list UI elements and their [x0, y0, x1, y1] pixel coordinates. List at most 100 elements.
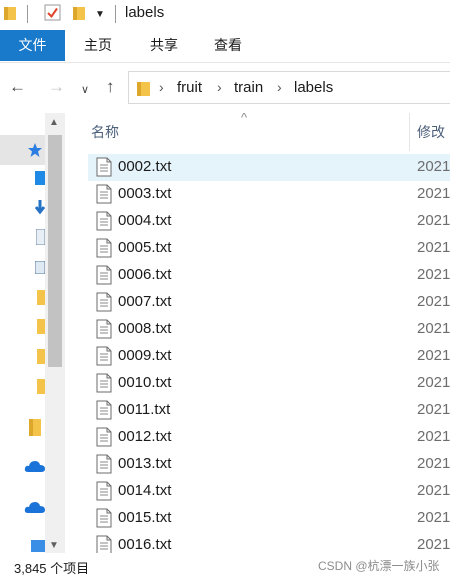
navigation-bar: ← → ∨ ↑ › fruit › train › labels — [0, 63, 450, 113]
file-name: 0015.txt — [118, 509, 172, 526]
file-row[interactable]: 0010.txt 2021 — [88, 370, 450, 397]
file-row[interactable]: 0003.txt 2021 — [88, 181, 450, 208]
tab-home[interactable]: 主页 — [78, 30, 118, 61]
file-row[interactable]: 0002.txt 2021 — [88, 154, 450, 181]
documents-icon[interactable] — [36, 229, 45, 245]
file-modified-date: 2021 — [417, 428, 450, 445]
pictures-icon[interactable] — [35, 261, 45, 274]
customize-toolbar-chevron-icon[interactable]: ▼ — [95, 9, 105, 20]
column-header-modified[interactable]: 修改 — [417, 122, 445, 142]
properties-check-icon[interactable] — [44, 4, 61, 21]
file-row[interactable]: 0012.txt 2021 — [88, 424, 450, 451]
file-row[interactable]: 0013.txt 2021 — [88, 451, 450, 478]
scroll-up-icon[interactable]: ▲ — [49, 117, 59, 128]
toolbar-separator — [27, 5, 28, 23]
breadcrumb-item-train[interactable]: train — [234, 79, 263, 96]
breadcrumb-chevron-icon[interactable]: › — [217, 79, 222, 95]
text-file-icon — [96, 292, 112, 312]
folder-icon[interactable] — [37, 379, 45, 394]
watermark: CSDN @杭漂一族小张 — [318, 559, 440, 573]
file-name: 0004.txt — [118, 212, 172, 229]
recent-locations-chevron-icon[interactable]: ∨ — [81, 80, 89, 100]
file-row[interactable]: 0007.txt 2021 — [88, 289, 450, 316]
file-name: 0011.txt — [118, 401, 171, 418]
status-bar: 3,845 个项目 CSDN @杭漂一族小张 — [0, 553, 450, 578]
forward-arrow-icon[interactable]: → — [48, 77, 65, 97]
file-modified-date: 2021 — [417, 482, 450, 499]
item-count: 3,845 个项目 — [14, 561, 90, 576]
folder-icon[interactable] — [37, 319, 45, 334]
text-file-icon — [96, 427, 112, 447]
new-folder-icon[interactable] — [73, 6, 85, 20]
text-file-icon — [96, 508, 112, 528]
column-headers: ^ 名称 修改 — [66, 113, 450, 151]
breadcrumb-item-labels[interactable]: labels — [294, 79, 333, 96]
column-divider[interactable] — [409, 113, 410, 151]
quick-access-item[interactable] — [0, 135, 46, 165]
file-row[interactable]: 0005.txt 2021 — [88, 235, 450, 262]
text-file-icon — [96, 481, 112, 501]
file-row[interactable]: 0015.txt 2021 — [88, 505, 450, 532]
file-name: 0006.txt — [118, 266, 172, 283]
file-modified-date: 2021 — [417, 266, 450, 283]
column-header-name[interactable]: 名称 — [91, 122, 119, 142]
file-row[interactable]: 0016.txt 2021 — [88, 532, 450, 553]
file-name: 0005.txt — [118, 239, 172, 256]
tab-file[interactable]: 文件 — [0, 30, 65, 61]
desktop-icon[interactable] — [35, 171, 45, 185]
breadcrumb-chevron-icon[interactable]: › — [159, 79, 164, 95]
onedrive-cloud-icon[interactable] — [24, 459, 45, 473]
file-modified-date: 2021 — [417, 536, 450, 553]
title-bar: ▼ labels — [0, 0, 450, 30]
file-row[interactable]: 0011.txt 2021 — [88, 397, 450, 424]
text-file-icon — [96, 346, 112, 366]
tab-share[interactable]: 共享 — [144, 30, 184, 61]
toolbar-separator — [115, 5, 116, 23]
file-modified-date: 2021 — [417, 158, 450, 175]
folder-icon[interactable] — [29, 419, 41, 436]
this-pc-icon[interactable] — [31, 540, 45, 552]
file-name: 0014.txt — [118, 482, 172, 499]
star-icon — [28, 143, 42, 157]
scrollbar-thumb[interactable] — [48, 135, 62, 367]
breadcrumb-item-fruit[interactable]: fruit — [177, 79, 202, 96]
folder-icon — [4, 7, 16, 20]
onedrive-cloud-icon[interactable] — [24, 500, 45, 514]
file-modified-date: 2021 — [417, 347, 450, 364]
file-row[interactable]: 0009.txt 2021 — [88, 343, 450, 370]
file-name: 0012.txt — [118, 428, 172, 445]
file-name: 0010.txt — [118, 374, 172, 391]
sort-ascending-icon: ^ — [241, 113, 248, 125]
file-row[interactable]: 0008.txt 2021 — [88, 316, 450, 343]
text-file-icon — [96, 319, 112, 339]
address-bar[interactable]: › fruit › train › labels — [128, 71, 450, 104]
folder-icon[interactable] — [37, 349, 45, 364]
file-name: 0007.txt — [118, 293, 172, 310]
file-row[interactable]: 0004.txt 2021 — [88, 208, 450, 235]
back-arrow-icon[interactable]: ← — [9, 77, 26, 97]
text-file-icon — [96, 211, 112, 231]
file-modified-date: 2021 — [417, 374, 450, 391]
tab-view[interactable]: 查看 — [208, 30, 248, 61]
file-row[interactable]: 0006.txt 2021 — [88, 262, 450, 289]
text-file-icon — [96, 157, 112, 177]
file-name: 0013.txt — [118, 455, 172, 472]
breadcrumb-chevron-icon[interactable]: › — [277, 79, 282, 95]
navigation-pane-scrollbar[interactable]: ▲ ▼ — [45, 113, 65, 553]
file-row[interactable]: 0014.txt 2021 — [88, 478, 450, 505]
up-arrow-icon[interactable]: ↑ — [106, 77, 115, 97]
ribbon-tabs: 文件 主页 共享 查看 — [0, 30, 450, 63]
text-file-icon — [96, 400, 112, 420]
file-modified-date: 2021 — [417, 509, 450, 526]
file-name: 0016.txt — [118, 536, 172, 553]
file-name: 0003.txt — [118, 185, 172, 202]
file-name: 0009.txt — [118, 347, 172, 364]
scroll-down-icon[interactable]: ▼ — [49, 540, 59, 551]
file-name: 0002.txt — [118, 158, 172, 175]
folder-icon — [137, 82, 150, 96]
folder-icon[interactable] — [37, 290, 45, 305]
text-file-icon — [96, 184, 112, 204]
file-modified-date: 2021 — [417, 212, 450, 229]
downloads-icon[interactable] — [35, 200, 45, 216]
file-modified-date: 2021 — [417, 185, 450, 202]
